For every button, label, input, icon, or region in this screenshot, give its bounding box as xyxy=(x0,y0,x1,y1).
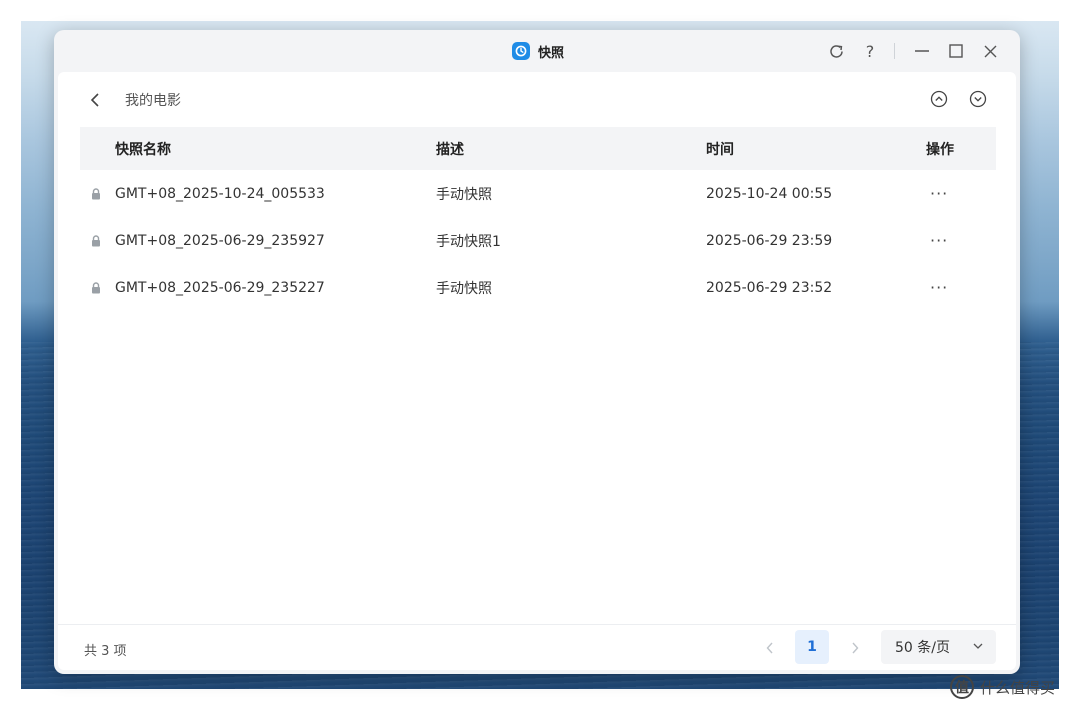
page-number-button[interactable]: 1 xyxy=(795,630,829,664)
snapshot-name: GMT+08_2025-06-29_235227 xyxy=(115,279,325,296)
header-snapshot-name[interactable]: 快照名称 xyxy=(80,139,436,159)
minimize-icon[interactable] xyxy=(911,40,933,62)
table-row[interactable]: GMT+08_2025-10-24_005533 手动快照 2025-10-24… xyxy=(80,170,996,217)
back-arrow-icon[interactable] xyxy=(84,88,108,112)
snapshot-time: 2025-06-29 23:59 xyxy=(706,232,833,249)
lock-icon xyxy=(92,187,100,199)
content-panel: 我的电影 快照名称 描述 时间 操作 GMT+08_2025-10-24_005… xyxy=(58,72,1016,670)
table-header: 快照名称 描述 时间 操作 xyxy=(80,127,996,170)
snapshot-time: 2025-10-24 00:55 xyxy=(706,185,833,202)
snapshot-description: 手动快照 xyxy=(436,186,492,203)
total-count: 共 3 项 xyxy=(84,644,127,659)
watermark-logo: 值 xyxy=(950,675,974,699)
breadcrumb-label: 我的电影 xyxy=(125,93,181,109)
more-actions-icon[interactable]: ··· xyxy=(926,184,996,203)
table-row[interactable]: GMT+08_2025-06-29_235927 手动快照1 2025-06-2… xyxy=(80,217,996,264)
page-size-select[interactable]: 50 条/页 xyxy=(881,630,996,664)
header-actions: 操作 xyxy=(926,141,954,158)
snapshot-time: 2025-06-29 23:52 xyxy=(706,279,833,296)
snapshot-description: 手动快照1 xyxy=(436,233,501,250)
snapshot-app-icon xyxy=(512,42,530,60)
window-title: 快照 xyxy=(512,41,564,61)
title-bar: 快照 ? xyxy=(54,30,1020,72)
watermark-text: 什么值得买 xyxy=(980,678,1056,697)
more-actions-icon[interactable]: ··· xyxy=(926,231,996,250)
next-page-icon[interactable] xyxy=(842,635,868,661)
header-description[interactable]: 描述 xyxy=(436,139,706,159)
lock-icon xyxy=(92,281,100,293)
titlebar-divider xyxy=(894,43,895,59)
breadcrumb: 我的电影 xyxy=(84,86,181,114)
snapshot-name: GMT+08_2025-10-24_005533 xyxy=(115,185,325,202)
snapshot-window: 快照 ? 我的电影 快照名称 描述 时间 操作 GMT+08_2025-10-2… xyxy=(54,30,1020,674)
maximize-icon[interactable] xyxy=(945,40,967,62)
snapshot-description: 手动快照 xyxy=(436,280,492,297)
help-icon[interactable]: ? xyxy=(859,40,881,62)
page-size-value: 50 条/页 xyxy=(895,640,950,656)
scroll-up-icon[interactable] xyxy=(928,88,950,110)
close-icon[interactable] xyxy=(979,40,1001,62)
snapshot-name: GMT+08_2025-06-29_235927 xyxy=(115,232,325,249)
site-watermark: 值 什么值得买 xyxy=(950,674,1055,700)
scroll-down-icon[interactable] xyxy=(967,88,989,110)
chevron-down-icon xyxy=(973,643,983,649)
refresh-icon[interactable] xyxy=(825,40,847,62)
snapshot-table: 快照名称 描述 时间 操作 GMT+08_2025-10-24_005533 手… xyxy=(80,127,996,311)
more-actions-icon[interactable]: ··· xyxy=(926,278,996,297)
window-title-text: 快照 xyxy=(538,45,565,61)
pagination-footer: 共 3 项 1 50 条/页 xyxy=(58,624,1016,670)
table-row[interactable]: GMT+08_2025-06-29_235227 手动快照 2025-06-29… xyxy=(80,264,996,311)
lock-icon xyxy=(92,234,100,246)
prev-page-icon[interactable] xyxy=(757,635,783,661)
header-time[interactable]: 时间 xyxy=(706,139,926,159)
